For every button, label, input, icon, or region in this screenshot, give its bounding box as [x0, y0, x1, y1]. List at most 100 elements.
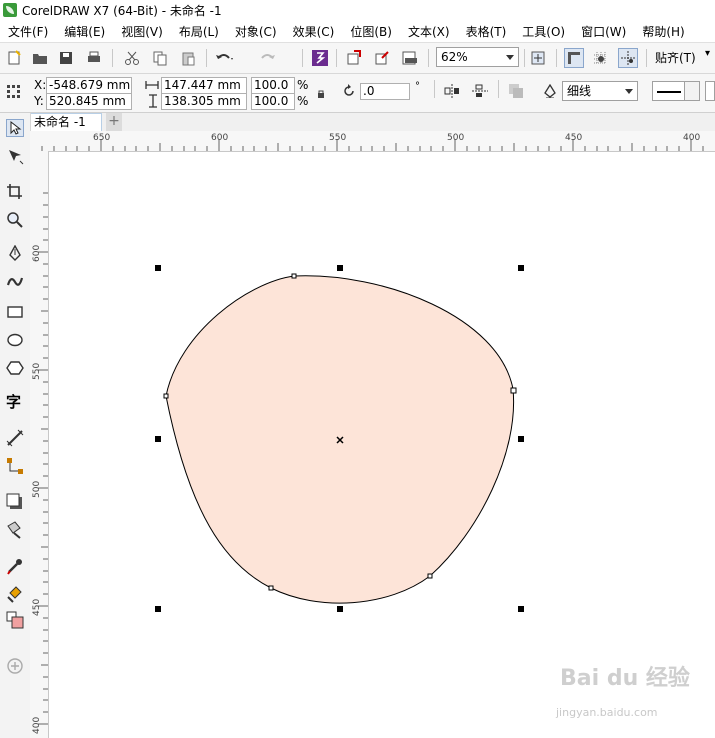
selection-handle-top-left[interactable] — [155, 265, 161, 271]
undo-icon[interactable] — [214, 48, 234, 68]
ruler-label: 650 — [93, 133, 111, 143]
paste-icon[interactable] — [178, 48, 198, 68]
export-icon[interactable] — [372, 48, 392, 68]
artistic-media-tool-icon[interactable] — [6, 273, 24, 291]
polygon-tool-icon[interactable] — [6, 359, 24, 377]
shape-tool-icon[interactable] — [6, 147, 24, 165]
crop-tool-icon[interactable] — [6, 183, 24, 201]
x-position-label: X: — [34, 78, 47, 92]
zoom-level-select[interactable]: 62% — [436, 47, 519, 67]
save-icon[interactable] — [56, 48, 76, 68]
grid-toggle-icon[interactable] — [590, 48, 610, 68]
mirror-vertical-icon[interactable] — [472, 84, 488, 101]
connector-tool-icon[interactable] — [6, 457, 24, 475]
copy-icon[interactable] — [150, 48, 170, 68]
menu-text[interactable]: 文本(X) — [400, 23, 458, 40]
eyedropper-tool-icon[interactable] — [6, 557, 24, 575]
search-content-icon[interactable] — [310, 48, 330, 68]
cut-icon[interactable] — [122, 48, 142, 68]
drawing-canvas[interactable] — [49, 152, 715, 738]
ruler-label: 550 — [32, 362, 42, 380]
menu-table[interactable]: 表格(T) — [458, 23, 515, 40]
ruler-label: 400 — [683, 133, 701, 143]
snap-to-button[interactable]: 贴齐(T) — [655, 49, 696, 66]
full-screen-preview-icon[interactable] — [528, 48, 548, 68]
window-title: CorelDRAW X7 (64-Bit) - 未命名 -1 — [22, 3, 222, 18]
line-style-preview — [657, 91, 681, 93]
drop-shadow-tool-icon[interactable] — [6, 493, 24, 511]
selection-handle-top[interactable] — [337, 265, 343, 271]
chevron-down-icon — [684, 82, 699, 100]
menu-view[interactable]: 视图(V) — [113, 23, 171, 40]
degree-label: ° — [415, 81, 420, 92]
print-icon[interactable] — [84, 48, 104, 68]
object-origin-icon[interactable] — [4, 82, 24, 102]
y-position-field[interactable]: 520.845 mm — [46, 93, 132, 110]
selection-handle-left[interactable] — [155, 436, 161, 442]
vertical-ruler-ticks — [38, 192, 48, 725]
pick-tool-icon[interactable] — [6, 119, 24, 137]
scale-width-field[interactable]: 100.0 — [251, 77, 295, 94]
object-width-field[interactable]: 147.447 mm — [161, 77, 247, 94]
curve-node[interactable] — [427, 573, 433, 579]
curve-node[interactable] — [268, 585, 274, 591]
menu-layout[interactable]: 布局(L) — [171, 23, 227, 40]
curve-node[interactable] — [291, 273, 297, 279]
rulers-toggle-icon[interactable] — [564, 48, 584, 68]
document-tab-bar: 未命名 -1 + — [30, 113, 715, 131]
new-document-icon[interactable] — [4, 48, 24, 68]
import-icon[interactable] — [344, 48, 364, 68]
smart-fill-tool-icon[interactable] — [6, 611, 24, 629]
open-folder-icon[interactable] — [30, 48, 50, 68]
lock-ratio-icon[interactable] — [317, 88, 325, 102]
ruler-label: 450 — [32, 598, 42, 616]
publish-pdf-icon[interactable] — [400, 48, 420, 68]
menu-window[interactable]: 窗口(W) — [573, 23, 634, 40]
menu-help[interactable]: 帮助(H) — [634, 23, 692, 40]
outline-width-select[interactable]: 细线 — [562, 81, 638, 101]
tab-document[interactable]: 未命名 -1 — [30, 113, 102, 131]
transparency-tool-icon[interactable] — [6, 521, 24, 539]
menu-edit[interactable]: 编辑(E) — [56, 23, 113, 40]
scale-height-field[interactable]: 100.0 — [251, 93, 295, 110]
curve-node[interactable] — [163, 393, 169, 399]
menu-bitmaps[interactable]: 位图(B) — [342, 23, 400, 40]
line-style-select[interactable] — [652, 81, 700, 101]
start-arrowhead-select[interactable] — [705, 81, 715, 101]
horizontal-ruler[interactable]: 650 600 550 500 450 400 — [32, 131, 715, 152]
selection-handle-bottom-left[interactable] — [155, 606, 161, 612]
selection-handle-bottom[interactable] — [337, 606, 343, 612]
object-height-field[interactable]: 138.305 mm — [161, 93, 247, 110]
selection-handle-right[interactable] — [518, 436, 524, 442]
ruler-label: 500 — [32, 480, 42, 498]
menu-file[interactable]: 文件(F) — [0, 23, 56, 40]
add-tool-icon[interactable] — [6, 657, 24, 675]
parallel-dimension-tool-icon[interactable] — [6, 429, 24, 447]
coreldraw-logo-icon — [3, 3, 17, 17]
selection-handle-bottom-right[interactable] — [518, 606, 524, 612]
menu-tools[interactable]: 工具(O) — [514, 23, 573, 40]
outline-pen-icon — [544, 83, 556, 101]
curve-node[interactable] — [510, 387, 517, 394]
freehand-tool-icon[interactable] — [6, 244, 24, 263]
redo-icon[interactable] — [258, 48, 278, 68]
menu-effects[interactable]: 效果(C) — [285, 23, 343, 40]
rectangle-tool-icon[interactable] — [6, 303, 24, 321]
ellipse-tool-icon[interactable] — [6, 331, 24, 349]
selection-handle-top-right[interactable] — [518, 265, 524, 271]
mirror-horizontal-icon[interactable] — [444, 84, 460, 101]
snap-dropdown-arrow-icon[interactable]: ▾ — [705, 48, 710, 59]
interactive-fill-tool-icon[interactable] — [6, 585, 24, 603]
rotation-angle-field[interactable]: .0 — [360, 83, 410, 100]
rotate-icon — [342, 84, 356, 101]
zoom-tool-icon[interactable] — [6, 211, 24, 229]
guidelines-toggle-icon[interactable] — [618, 48, 638, 68]
zoom-level-value: 62% — [441, 50, 468, 64]
x-position-field[interactable]: -548.679 mm — [46, 77, 132, 94]
text-tool-icon[interactable]: 字 — [6, 393, 24, 411]
menu-object[interactable]: 对象(C) — [227, 23, 285, 40]
add-document-icon[interactable]: + — [106, 113, 122, 131]
vertical-ruler[interactable]: 600 550 500 450 400 — [30, 151, 49, 738]
watermark-url: jingyan.baidu.com — [556, 706, 658, 719]
convert-to-curves-icon[interactable] — [508, 83, 524, 102]
